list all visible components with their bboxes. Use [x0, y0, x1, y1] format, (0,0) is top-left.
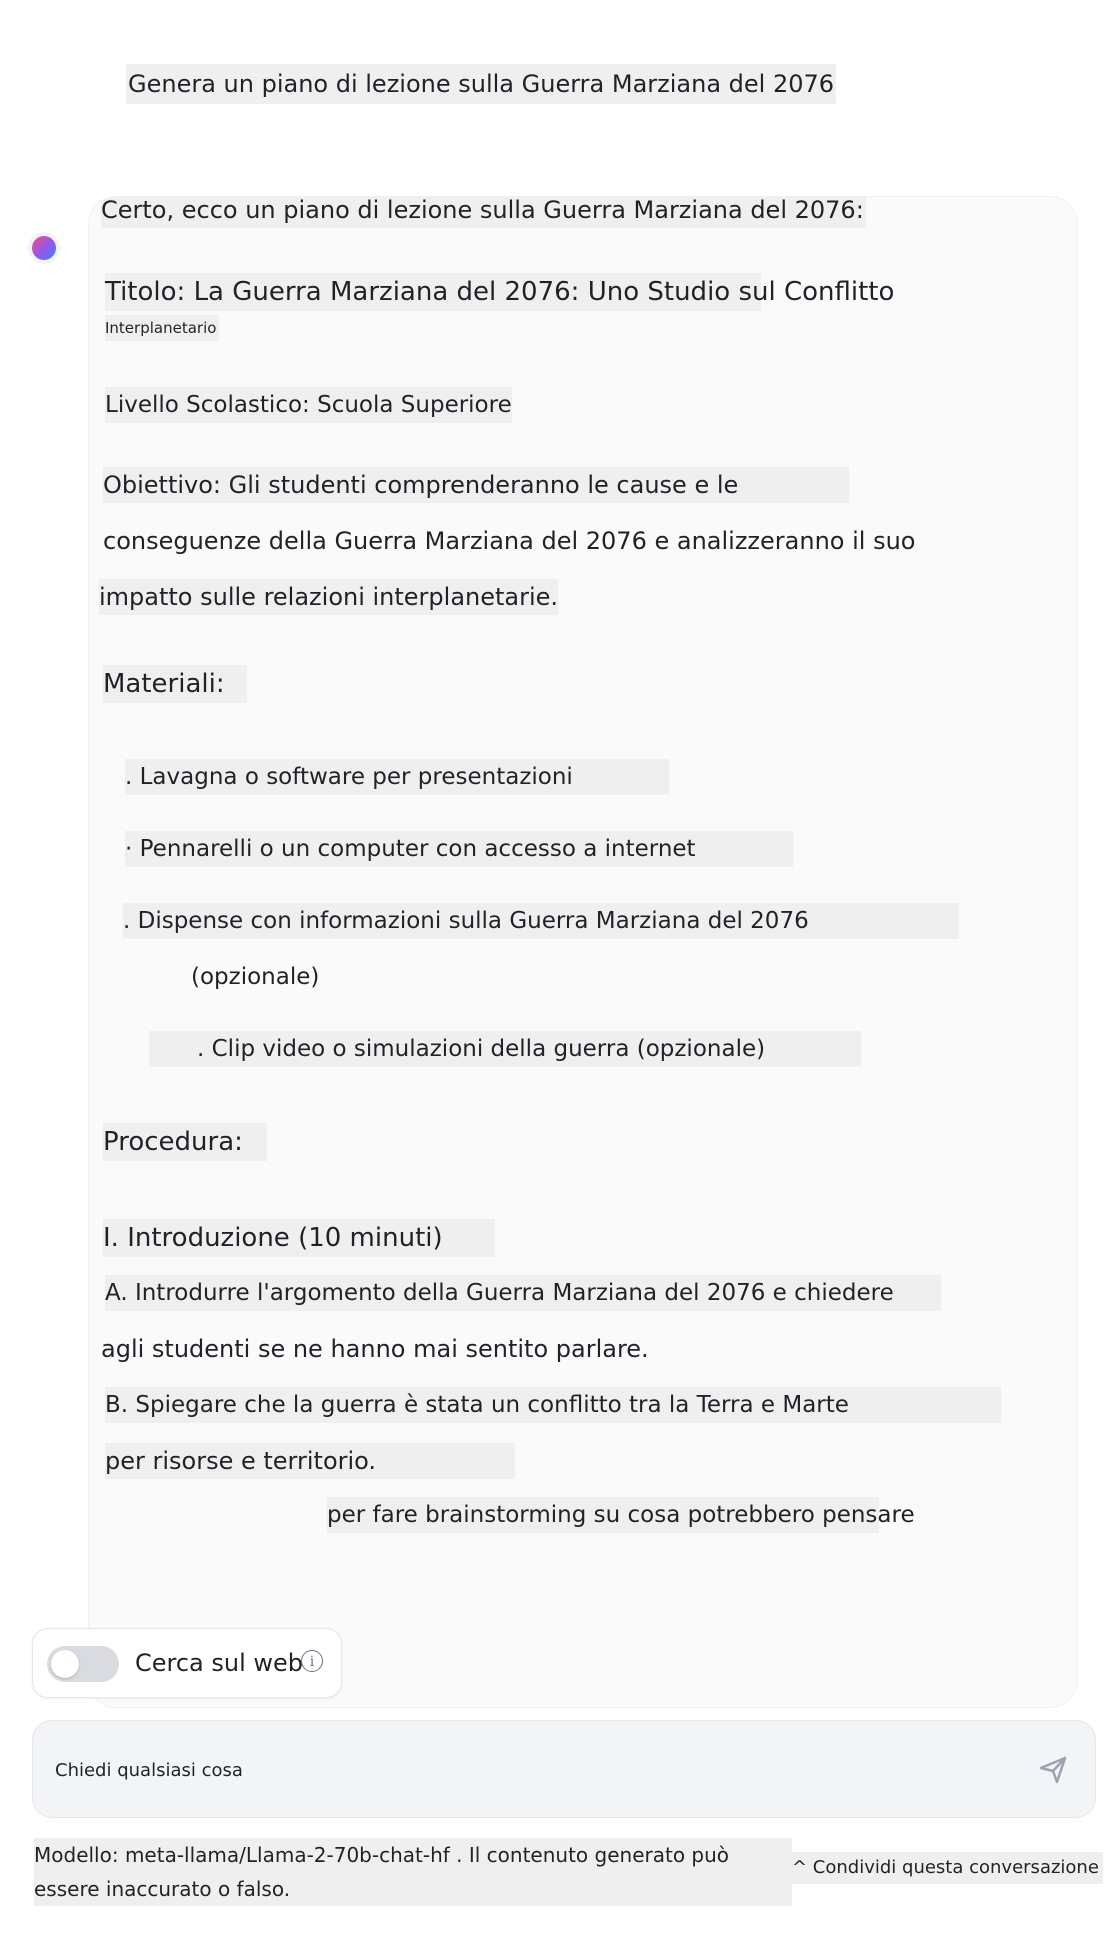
chat-page: Genera un piano di lezione sulla Guerra … [0, 0, 1120, 1946]
materials-item: . Dispense con informazioni sulla Guerra… [123, 903, 959, 939]
step-c-partial: per fare brainstorming su cosa potrebber… [327, 1497, 915, 1533]
switch-knob [51, 1650, 79, 1678]
step-a-line1: A. Introdurre l'argomento della Guerra M… [105, 1275, 941, 1311]
model-disclaimer-line2: essere inaccurato o falso. [34, 1877, 291, 1901]
procedure-heading: Procedura: [103, 1123, 267, 1161]
materials-item-continued: (opzionale) [191, 964, 320, 990]
assistant-avatar-icon [32, 236, 56, 260]
web-search-switch[interactable] [47, 1646, 119, 1682]
objective-line2: conseguenze della Guerra Marziana del 20… [103, 527, 916, 555]
send-icon[interactable] [1033, 1749, 1073, 1789]
grade-level: Livello Scolastico: Scuola Superiore [105, 387, 512, 423]
section-introduction-heading: I. Introduzione (10 minuti) [103, 1219, 495, 1257]
assistant-intro: Certo, ecco un piano di lezione sulla Gu… [101, 197, 866, 228]
info-icon[interactable]: i [301, 1650, 323, 1672]
materials-item: . Lavagna o software per presentazioni [125, 759, 669, 795]
web-search-toggle[interactable]: Cerca sul web i [32, 1628, 342, 1698]
objective-line3: impatto sulle relazioni interplanetarie. [99, 579, 559, 615]
chat-input[interactable] [53, 1749, 997, 1791]
share-conversation-link[interactable]: ^ Condividi questa conversazione [788, 1852, 1103, 1884]
materials-item: · Pennarelli o un computer con accesso a… [125, 831, 793, 867]
step-b-line1: B. Spiegare che la guerra è stata un con… [105, 1387, 1001, 1423]
assistant-message-card: Certo, ecco un piano di lezione sulla Gu… [88, 196, 1078, 1708]
materials-item: . Clip video o simulazioni della guerra … [149, 1031, 861, 1067]
chat-input-container [32, 1720, 1096, 1818]
lesson-title-line2: Interplanetario [105, 315, 220, 341]
step-b-line2: per risorse e territorio. [105, 1443, 515, 1479]
model-disclaimer: Modello: meta-llama/Llama-2-70b-chat-hf … [34, 1838, 792, 1906]
web-search-label: Cerca sul web [135, 1649, 304, 1677]
materials-heading: Materiali: [103, 665, 247, 703]
objective-line1: Obiettivo: Gli studenti comprenderanno l… [103, 467, 849, 503]
step-a-line2: agli studenti se ne hanno mai sentito pa… [101, 1335, 649, 1363]
model-disclaimer-line1: Modello: meta-llama/Llama-2-70b-chat-hf … [34, 1843, 730, 1867]
user-message: Genera un piano di lezione sulla Guerra … [126, 64, 837, 104]
lesson-title-line1: Titolo: La Guerra Marziana del 2076: Uno… [105, 273, 894, 311]
